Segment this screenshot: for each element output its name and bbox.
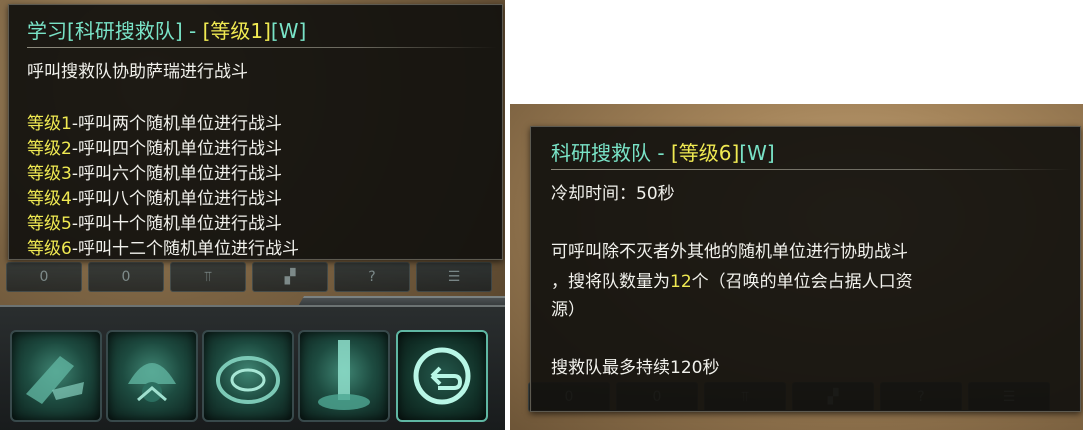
description-line-2: ，搜将队数量为12个（召唤的单位会占据人口资	[551, 272, 913, 292]
skill-tooltip-learn: 学习[科研搜救队] - [等级1][W] 呼叫搜救队协助萨瑞进行战斗 等级1-呼…	[8, 4, 503, 260]
level-line-4: 等级4-呼叫八个随机单位进行战斗	[27, 189, 282, 209]
command-button-3[interactable]: ⫪	[170, 262, 246, 292]
return-arrow-icon	[413, 347, 471, 405]
command-button-1[interactable]: 0	[6, 262, 82, 292]
hotkey: [W]	[739, 141, 775, 165]
duration-text: 搜救队最多持续120秒	[551, 358, 720, 378]
skill-tooltip-current: 科研搜救队 - [等级6][W] 冷却时间：50秒 可呼叫除不灭者外其他的随机单…	[530, 126, 1081, 412]
ability-slot-2[interactable]	[106, 330, 198, 422]
squad-count: 12	[670, 272, 692, 292]
command-button-2[interactable]: 0	[88, 262, 164, 292]
ability-slot-1[interactable]	[10, 330, 102, 422]
orbital-beam-icon	[318, 340, 370, 410]
tooltip-title: 学习[科研搜救队] - [等级1][W]	[27, 19, 307, 43]
level-tag: [等级1]	[202, 19, 271, 43]
left-screenshot-panel: 0 0 ⫪ ▞ ? ☰ 学习[科研搜救队] - [等级1][W] 呼叫搜救队协助…	[0, 0, 505, 430]
command-button-6[interactable]: ☰	[416, 262, 492, 292]
level-line-5: 等级5-呼叫十个随机单位进行战斗	[27, 214, 282, 234]
level-line-3: 等级3-呼叫六个随机单位进行战斗	[27, 164, 282, 184]
ability-slot-3[interactable]	[202, 330, 294, 422]
drone-swarm-icon	[128, 363, 176, 402]
vortex-shield-icon	[216, 356, 280, 404]
description-line-1: 可呼叫除不灭者外其他的随机单位进行协助战斗	[551, 242, 908, 262]
level-line-6: 等级6-呼叫十二个随机单位进行战斗	[27, 239, 299, 259]
level-line-1: 等级1-呼叫两个随机单位进行战斗	[27, 114, 282, 134]
command-button-4[interactable]: ▞	[252, 262, 328, 292]
tooltip-title: 科研搜救队 - [等级6][W]	[551, 141, 775, 165]
hotkey: [W]	[270, 19, 307, 43]
right-screenshot-panel: 0 0 ⫪ ▞ ? ☰ 科研搜救队 - [等级6][W] 冷却时间：50秒 可呼…	[510, 104, 1083, 430]
cooldown-text: 冷却时间：50秒	[551, 184, 675, 204]
return-button[interactable]	[396, 330, 488, 422]
command-button-5[interactable]: ?	[334, 262, 410, 292]
description-line-3: 源）	[551, 300, 585, 320]
level-tag: [等级6]	[670, 141, 740, 165]
skill-description: 呼叫搜救队协助萨瑞进行战斗	[27, 62, 248, 82]
ability-slot-4[interactable]	[298, 330, 390, 422]
title-divider	[27, 47, 497, 48]
level-line-2: 等级2-呼叫四个随机单位进行战斗	[27, 139, 282, 159]
title-divider	[551, 169, 1071, 170]
rifle-strike-icon	[26, 356, 84, 404]
command-bar: 0 0 ⫪ ▞ ? ☰	[6, 262, 492, 292]
